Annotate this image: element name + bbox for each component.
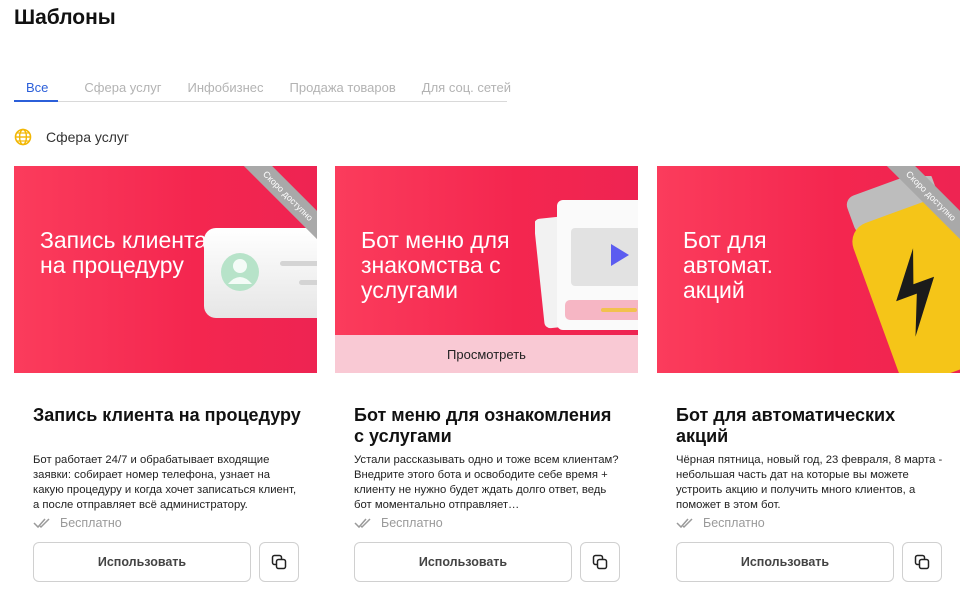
copy-icon [914, 554, 930, 570]
section-title: Сфера услуг [46, 129, 129, 145]
tab-product-sales[interactable]: Продажа товаров [290, 72, 396, 102]
card-title: Запись клиента на процедуру [33, 405, 301, 425]
tab-social-networks[interactable]: Для соц. сетей [422, 72, 511, 102]
card-description: Устали рассказывать одно и тоже всем кли… [354, 454, 619, 511]
price-row: Бесплатно [354, 516, 443, 530]
price-label: Бесплатно [381, 516, 443, 530]
price-row: Бесплатно [33, 516, 122, 530]
double-check-icon [354, 518, 371, 529]
card-title: Бот меню для ознакомления с услугами [354, 405, 612, 446]
tab-all[interactable]: Все [14, 72, 59, 102]
template-card: Бот для автомат. акций Скоро доступно Бо… [657, 166, 960, 603]
card-image[interactable]: Запись клиента на процедуру Скоро доступ… [14, 166, 317, 373]
copy-button[interactable] [902, 542, 942, 582]
globe-icon [14, 128, 32, 146]
preview-label: Просмотреть [447, 346, 526, 362]
copy-icon [592, 554, 608, 570]
copy-button[interactable] [580, 542, 620, 582]
section-header: Сфера услуг [14, 128, 129, 146]
copy-button[interactable] [259, 542, 299, 582]
use-button[interactable]: Использовать [354, 542, 572, 582]
preview-overlay[interactable]: Просмотреть [335, 335, 638, 373]
copy-icon [271, 554, 287, 570]
template-card: Бот меню для знакомства с услугами Просм… [335, 166, 638, 603]
page-title: Шаблоны [14, 6, 116, 29]
double-check-icon [33, 518, 50, 529]
card-image-heading: Запись клиента на процедуру [40, 227, 208, 278]
card-description: Бот работает 24/7 и обрабатывает входящи… [33, 454, 297, 511]
card-image-heading: Бот для автомат. акций [683, 227, 774, 303]
template-card: Запись клиента на процедуру Скоро доступ… [14, 166, 317, 603]
tab-infobusiness[interactable]: Инфобизнес [187, 72, 263, 102]
double-check-icon [676, 518, 693, 529]
template-tabs: Все Сфера услуг Инфобизнес Продажа товар… [14, 72, 511, 102]
card-image[interactable]: Бот для автомат. акций Скоро доступно [657, 166, 960, 373]
price-label: Бесплатно [60, 516, 122, 530]
card-title: Бот для автоматических акций [676, 405, 896, 446]
price-row: Бесплатно [676, 516, 765, 530]
card-description: Чёрная пятница, новый год, 23 февраля, 8… [676, 454, 943, 511]
tab-services[interactable]: Сфера услуг [84, 72, 161, 102]
use-button[interactable]: Использовать [33, 542, 251, 582]
card-image[interactable]: Бот меню для знакомства с услугами Просм… [335, 166, 638, 373]
contact-card-illustration [204, 228, 317, 318]
card-image-heading: Бот меню для знакомства с услугами [361, 227, 510, 303]
use-button[interactable]: Использовать [676, 542, 894, 582]
video-player-illustration [535, 200, 638, 330]
price-label: Бесплатно [703, 516, 765, 530]
